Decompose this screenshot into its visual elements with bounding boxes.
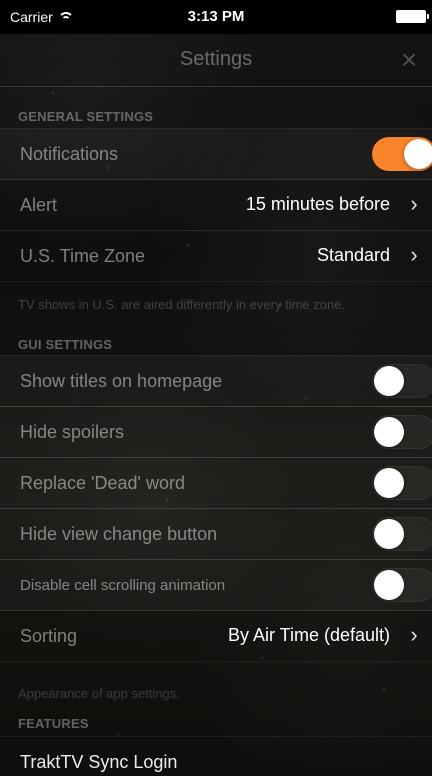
trakttv-sync-login-label: TraktTV Sync Login <box>20 752 178 772</box>
gui-settings-footer: Appearance of app settings. <box>18 686 180 701</box>
general-settings-footer: TV shows in U.S. are aired differently i… <box>18 297 346 312</box>
chevron-right-icon: › <box>410 622 418 647</box>
close-icon: × <box>400 44 418 75</box>
gui-setting-toggle[interactable] <box>372 364 432 398</box>
status-time: 3:13 PM <box>187 8 245 25</box>
page-title: Settings <box>179 48 253 70</box>
gui-setting-label: Replace 'Dead' word <box>20 473 185 493</box>
close-button[interactable]: × <box>396 44 422 75</box>
gui-setting-row[interactable]: Hide spoilers <box>0 406 432 458</box>
settings-screen: Carrier 3:13 PM Settings × GENERAL SETTI… <box>0 0 432 776</box>
gui-setting-toggle[interactable] <box>372 466 432 500</box>
gui-settings-header: GUI SETTINGS <box>18 337 113 352</box>
alert-label: Alert <box>20 195 58 215</box>
nav-divider <box>0 86 432 87</box>
toggle-knob <box>374 519 404 549</box>
gui-setting-label: Hide spoilers <box>20 422 125 442</box>
gui-setting-row[interactable]: Replace 'Dead' word <box>0 457 432 509</box>
gui-setting-toggle[interactable] <box>372 568 432 602</box>
sorting-row[interactable]: Sorting By Air Time (default) › <box>0 610 432 662</box>
toggle-knob <box>374 417 404 447</box>
gui-setting-row[interactable]: Disable cell scrolling animation <box>0 559 432 611</box>
toggle-knob <box>374 468 404 498</box>
notifications-label: Notifications <box>20 144 119 164</box>
gui-setting-label: Hide view change button <box>20 524 218 544</box>
toggle-knob <box>404 139 432 169</box>
time-zone-label: U.S. Time Zone <box>20 246 146 266</box>
gui-setting-row[interactable]: Hide view change button <box>0 508 432 560</box>
gui-setting-label: Disable cell scrolling animation <box>20 577 226 594</box>
alert-value: 15 minutes before <box>245 194 390 214</box>
chevron-right-icon: › <box>410 191 418 216</box>
gui-setting-row[interactable]: Show titles on homepage <box>0 355 432 407</box>
toggle-knob <box>374 366 404 396</box>
notifications-toggle[interactable] <box>372 137 432 171</box>
gui-setting-toggle[interactable] <box>372 415 432 449</box>
status-bar: Carrier 3:13 PM <box>0 0 432 34</box>
chevron-right-icon: › <box>410 242 418 267</box>
alert-row[interactable]: Alert 15 minutes before › <box>0 179 432 231</box>
toggle-knob <box>374 570 404 600</box>
general-settings-header: GENERAL SETTINGS <box>18 109 154 124</box>
features-header: FEATURES <box>18 716 89 731</box>
sorting-label: Sorting <box>20 626 78 646</box>
navigation-bar: Settings × <box>0 34 432 87</box>
sorting-value: By Air Time (default) <box>227 625 390 645</box>
time-zone-value: Standard <box>316 245 390 265</box>
gui-setting-label: Show titles on homepage <box>20 371 223 391</box>
notifications-row[interactable]: Notifications <box>0 128 432 180</box>
trakttv-sync-login-row[interactable]: TraktTV Sync Login <box>0 736 432 776</box>
gui-setting-toggle[interactable] <box>372 517 432 551</box>
battery-icon <box>396 10 429 23</box>
time-zone-row[interactable]: U.S. Time Zone Standard › <box>0 230 432 282</box>
